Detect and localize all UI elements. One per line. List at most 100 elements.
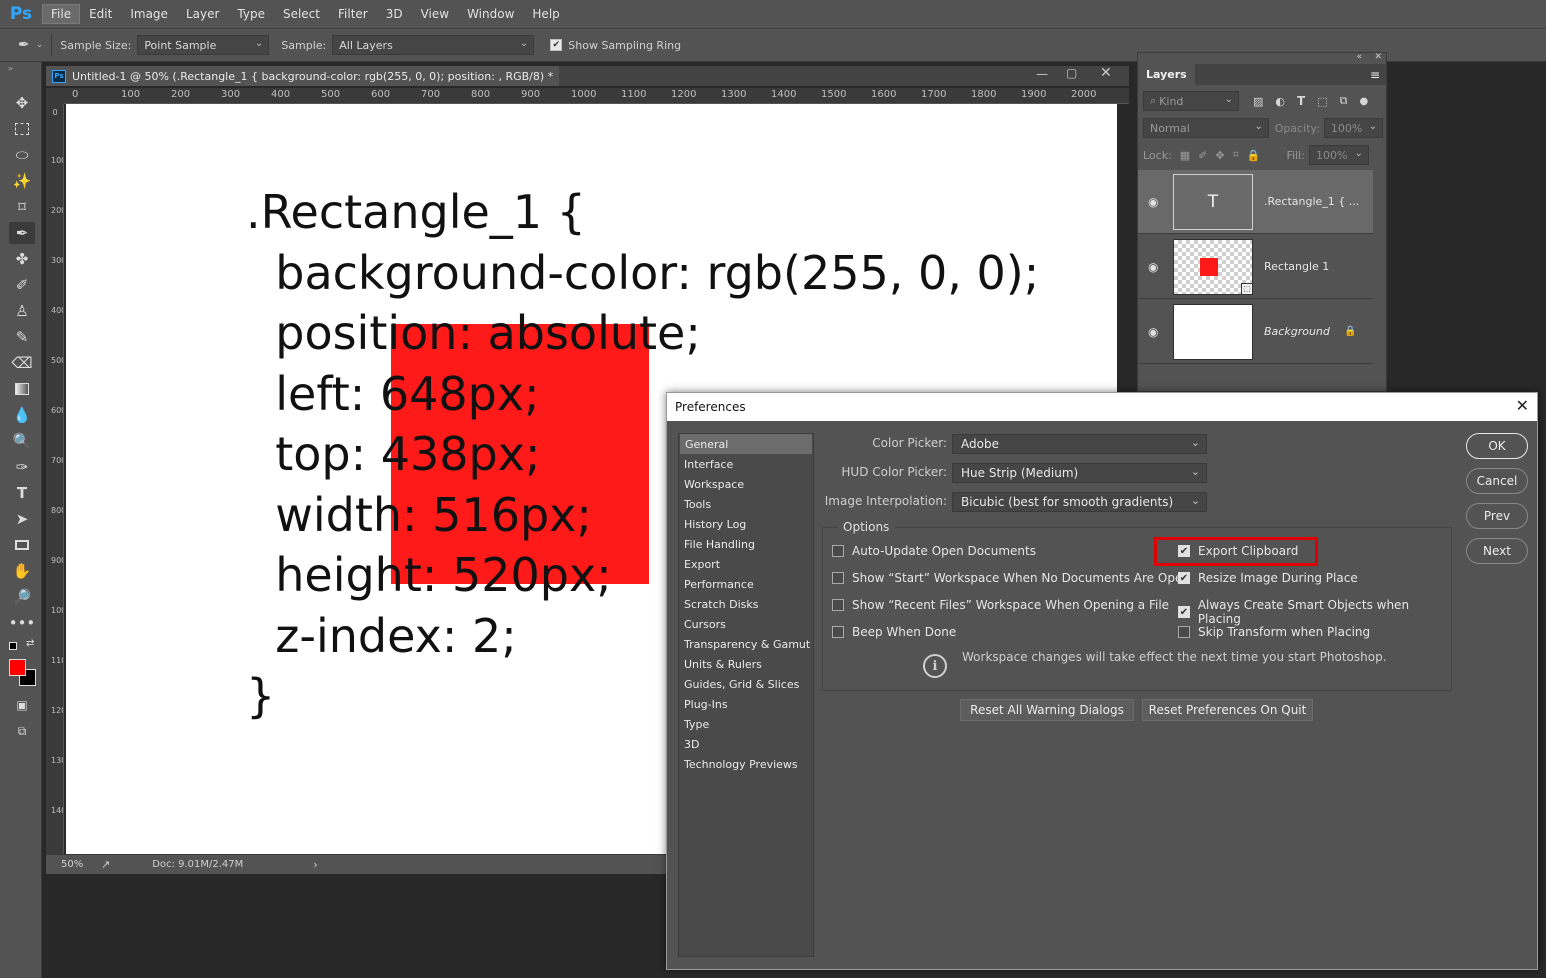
nav-history-log[interactable]: History Log: [679, 514, 813, 534]
dodge-tool-icon[interactable]: 🔍: [9, 430, 35, 452]
sample-select[interactable]: All Layers ⌄: [332, 35, 535, 55]
auto-update-option[interactable]: Auto-Update Open Documents: [832, 544, 1036, 558]
resize-image-checkbox[interactable]: ✔: [1178, 572, 1190, 584]
lock-image-icon[interactable]: ✐: [1198, 149, 1207, 162]
foreground-color-swatch[interactable]: [9, 659, 26, 676]
sample-size-select[interactable]: Point Sample ⌄: [137, 35, 270, 55]
show-recent-option[interactable]: Show “Recent Files” Workspace When Openi…: [832, 598, 1169, 612]
smart-object-filter-icon[interactable]: ⧉: [1340, 94, 1348, 108]
shape-layer-filter-icon[interactable]: ⬚: [1317, 95, 1327, 108]
lock-all-icon[interactable]: 🔒: [1247, 149, 1261, 162]
show-sampling-ring-checkbox[interactable]: ✔: [550, 39, 563, 51]
panel-menu-icon[interactable]: ≡: [1370, 68, 1380, 82]
zoom-level[interactable]: 50%: [61, 859, 93, 870]
menu-3d[interactable]: 3D: [377, 4, 412, 24]
menu-select[interactable]: Select: [274, 4, 329, 24]
nav-plug-ins[interactable]: Plug-Ins: [679, 694, 813, 714]
show-recent-checkbox[interactable]: [832, 599, 844, 611]
more-tools-icon[interactable]: •••: [9, 612, 36, 634]
menu-image[interactable]: Image: [121, 4, 177, 24]
close-icon[interactable]: ✕: [1516, 396, 1529, 415]
vertical-ruler[interactable]: 0 100 200 300 400 500 600 700 800 900 10…: [46, 104, 64, 854]
nav-file-handling[interactable]: File Handling: [679, 534, 813, 554]
restore-icon[interactable]: ▢: [1066, 66, 1077, 80]
skip-transform-option[interactable]: Skip Transform when Placing: [1178, 625, 1370, 639]
quick-selection-tool-icon[interactable]: ✨: [9, 170, 35, 192]
beep-checkbox[interactable]: [832, 626, 844, 638]
image-interpolation-select[interactable]: Bicubic (best for smooth gradients) ⌄: [952, 492, 1207, 512]
nav-scratch-disks[interactable]: Scratch Disks: [679, 594, 813, 614]
show-start-checkbox[interactable]: [832, 572, 844, 584]
smart-objects-option[interactable]: ✔ Always Create Smart Objects when Placi…: [1178, 598, 1451, 626]
smart-objects-checkbox[interactable]: ✔: [1178, 606, 1190, 618]
quick-mask-icon[interactable]: ▣: [9, 694, 35, 716]
export-clipboard-option[interactable]: ✔ Export Clipboard: [1178, 544, 1298, 558]
kind-filter-select[interactable]: ⌕ Kind ⌄: [1143, 91, 1239, 111]
beep-option[interactable]: Beep When Done: [832, 625, 956, 639]
zoom-tool-icon[interactable]: 🔎: [9, 586, 35, 608]
visibility-eye-icon[interactable]: ◉: [1148, 325, 1158, 339]
reset-preferences-button[interactable]: Reset Preferences On Quit: [1142, 699, 1313, 721]
swap-colors-icon[interactable]: ⇄: [26, 638, 34, 649]
hand-tool-icon[interactable]: ✋: [9, 560, 35, 582]
lasso-tool-icon[interactable]: ⬭: [9, 144, 35, 166]
eyedropper-tool-icon[interactable]: ✒: [9, 222, 35, 244]
show-start-option[interactable]: Show “Start” Workspace When No Documents…: [832, 571, 1190, 585]
crop-tool-icon[interactable]: ⌑: [9, 196, 35, 218]
export-clipboard-checkbox[interactable]: ✔: [1178, 545, 1190, 557]
lock-transparent-icon[interactable]: ▦: [1180, 149, 1190, 162]
layer-row-text[interactable]: ◉ T .Rectangle_1 { ...: [1138, 170, 1373, 234]
marquee-tool-icon[interactable]: [9, 118, 35, 140]
opacity-field[interactable]: 100% ⌄: [1323, 118, 1383, 138]
lock-position-icon[interactable]: ✥: [1215, 149, 1224, 162]
rectangle-tool-icon[interactable]: [9, 534, 35, 556]
nav-transparency-gamut[interactable]: Transparency & Gamut: [679, 634, 813, 654]
history-brush-tool-icon[interactable]: ✎: [9, 326, 35, 348]
color-picker-select[interactable]: Adobe ⌄: [952, 434, 1207, 454]
fill-field[interactable]: 100% ⌄: [1308, 145, 1369, 165]
menu-type[interactable]: Type: [228, 4, 274, 24]
nav-tools[interactable]: Tools: [679, 494, 813, 514]
lock-artboard-icon[interactable]: ⌗: [1233, 148, 1239, 162]
gradient-tool-icon[interactable]: [9, 378, 35, 400]
path-selection-tool-icon[interactable]: ➤: [9, 508, 35, 530]
blur-tool-icon[interactable]: 💧: [9, 404, 35, 426]
skip-transform-checkbox[interactable]: [1178, 626, 1190, 638]
layer-row-rectangle[interactable]: ◉ ⬚ Rectangle 1: [1138, 235, 1373, 299]
screen-mode-icon[interactable]: ⧉: [9, 720, 35, 742]
chevron-down-icon[interactable]: ⌄: [36, 40, 44, 50]
pen-tool-icon[interactable]: ✑: [9, 456, 35, 478]
nav-general[interactable]: General: [680, 434, 812, 454]
panel-close-icon[interactable]: ✕: [1374, 52, 1382, 62]
blend-mode-select[interactable]: Normal ⌄: [1143, 118, 1269, 138]
reset-warning-dialogs-button[interactable]: Reset All Warning Dialogs: [960, 699, 1134, 721]
ok-button[interactable]: OK: [1466, 433, 1528, 459]
nav-guides-grid-slices[interactable]: Guides, Grid & Slices: [679, 674, 813, 694]
nav-cursors[interactable]: Cursors: [679, 614, 813, 634]
menu-filter[interactable]: Filter: [329, 4, 377, 24]
nav-performance[interactable]: Performance: [679, 574, 813, 594]
hud-color-picker-select[interactable]: Hue Strip (Medium) ⌄: [952, 463, 1207, 483]
nav-3d[interactable]: 3D: [679, 734, 813, 754]
nav-units-rulers[interactable]: Units & Rulers: [679, 654, 813, 674]
nav-workspace[interactable]: Workspace: [679, 474, 813, 494]
menu-edit[interactable]: Edit: [80, 4, 121, 24]
menu-window[interactable]: Window: [458, 4, 523, 24]
eraser-tool-icon[interactable]: ⌫: [9, 352, 35, 374]
visibility-eye-icon[interactable]: ◉: [1148, 195, 1158, 209]
default-colors-icon[interactable]: [9, 642, 17, 650]
menu-help[interactable]: Help: [523, 4, 568, 24]
panel-collapse-icon[interactable]: »: [8, 64, 13, 73]
minimize-icon[interactable]: —: [1036, 67, 1048, 81]
layers-tab[interactable]: Layers: [1138, 64, 1195, 85]
close-icon[interactable]: ✕: [1100, 65, 1112, 81]
move-tool-icon[interactable]: ✥: [9, 92, 35, 114]
visibility-eye-icon[interactable]: ◉: [1148, 260, 1158, 274]
adjustment-layer-filter-icon[interactable]: ◐: [1275, 95, 1285, 108]
resize-image-option[interactable]: ✔ Resize Image During Place: [1178, 571, 1358, 585]
chevron-right-icon[interactable]: ›: [313, 858, 317, 871]
document-tab[interactable]: Ps Untitled-1 @ 50% (.Rectangle_1 { back…: [46, 66, 560, 86]
brush-tool-icon[interactable]: ✐: [9, 274, 35, 296]
prev-button[interactable]: Prev: [1466, 503, 1528, 529]
nav-type[interactable]: Type: [679, 714, 813, 734]
